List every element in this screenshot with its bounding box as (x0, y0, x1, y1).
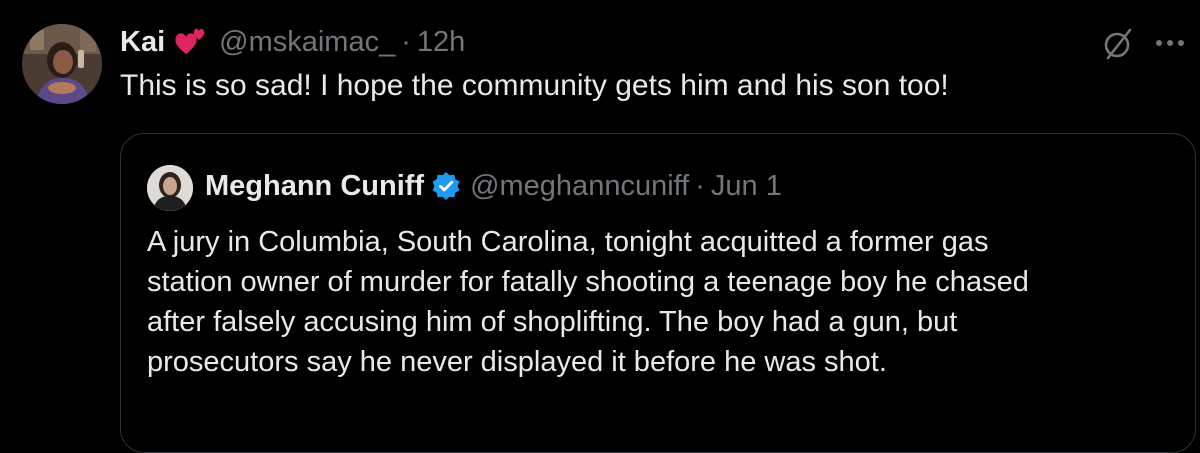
two-hearts-emoji-icon (173, 27, 207, 57)
author-handle[interactable]: @mskaimac_ (219, 22, 395, 62)
quoted-author-avatar[interactable] (147, 165, 193, 211)
tweet[interactable]: Kai @mskaimac_ · 12h This is so sad! I h… (0, 0, 1200, 453)
quoted-author-display-name[interactable]: Meghann Cuniff (205, 166, 424, 206)
quoted-text-line: after falsely accusing him of shopliftin… (147, 306, 958, 338)
quoted-separator-dot: · (695, 170, 705, 202)
author-avatar[interactable] (22, 24, 102, 104)
quoted-text-line: prosecutors say he never displayed it be… (147, 346, 887, 378)
quoted-tweet-date[interactable]: Jun 1 (711, 166, 782, 206)
quoted-author-handle[interactable]: @meghanncuniff (470, 166, 689, 206)
tweet-timestamp[interactable]: 12h (417, 22, 465, 62)
more-options-icon[interactable] (1152, 28, 1188, 58)
verified-badge-icon (430, 170, 462, 202)
avatar-photo-icon (22, 24, 102, 104)
quoted-tweet-text: A jury in Columbia, South Carolina, toni… (147, 222, 1157, 382)
tweet-header: Kai @mskaimac_ · 12h (120, 22, 465, 62)
quoted-text-line: A jury in Columbia, South Carolina, toni… (147, 226, 989, 258)
quoted-avatar-photo-icon (147, 165, 193, 211)
grok-icon[interactable] (1100, 26, 1136, 62)
tweet-text: This is so sad! I hope the community get… (120, 69, 949, 102)
quoted-text-line: station owner of murder for fatally shoo… (147, 266, 1029, 298)
quoted-tweet-header: Meghann Cuniff @meghanncuniff · Jun 1 (205, 166, 782, 206)
separator-dot: · (401, 26, 411, 58)
author-display-name[interactable]: Kai (120, 22, 165, 62)
quoted-tweet-card[interactable]: Meghann Cuniff @meghanncuniff · Jun 1 A … (120, 133, 1196, 453)
